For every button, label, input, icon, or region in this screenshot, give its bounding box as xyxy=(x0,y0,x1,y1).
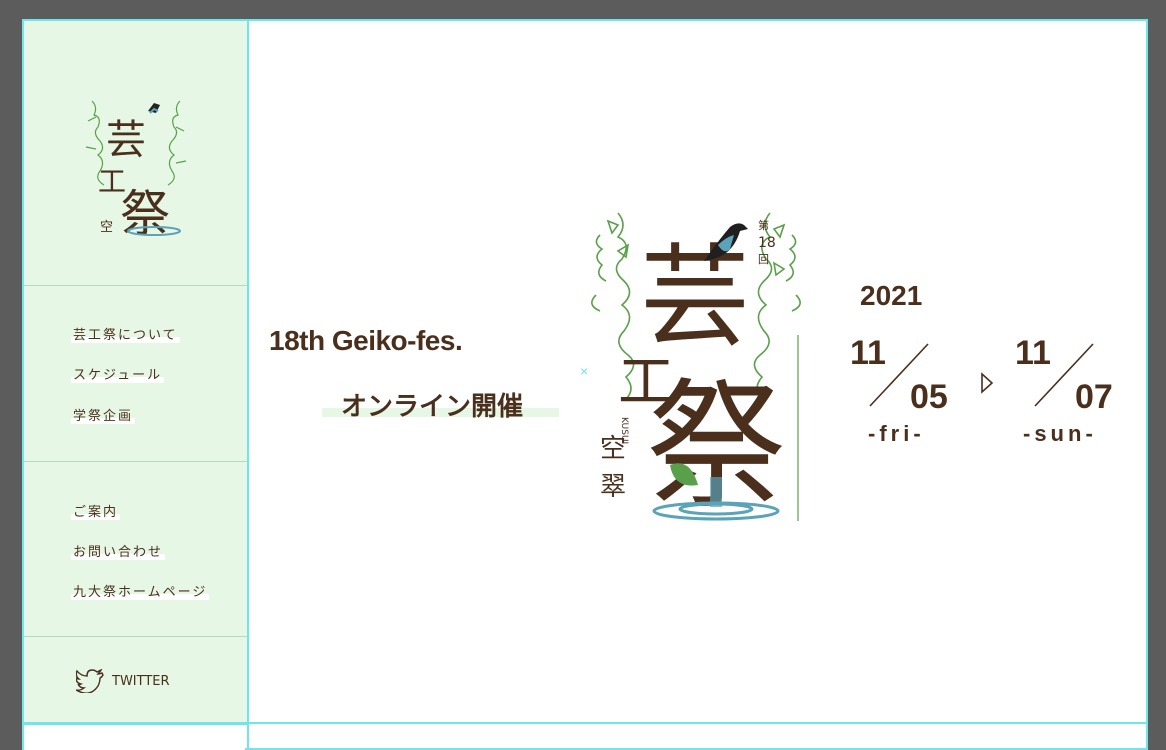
bottom-left-panel xyxy=(24,734,245,750)
bottom-split xyxy=(247,724,249,750)
svg-text:芸: 芸 xyxy=(106,117,146,163)
nav-schedule[interactable]: スケジュール xyxy=(71,364,165,383)
nav-about-label: 芸工祭について xyxy=(71,328,180,343)
sidebar-divider xyxy=(24,461,247,462)
online-banner: オンライン開催 xyxy=(322,386,559,421)
svg-text:空: 空 xyxy=(600,434,626,464)
svg-text:回: 回 xyxy=(758,253,769,266)
main-logo: 芸 工 祭 KUSUI 空 翠 第 18 回 xyxy=(591,212,801,527)
nav-events-label: 学祭企画 xyxy=(71,409,136,424)
twitter-label: TWITTER xyxy=(112,673,170,689)
svg-text:18: 18 xyxy=(758,235,776,251)
bottom-divider xyxy=(22,722,1148,724)
nav-schedule-label: スケジュール xyxy=(71,368,165,383)
svg-text:第: 第 xyxy=(758,218,769,232)
nav-guide[interactable]: ご案内 xyxy=(71,501,121,520)
svg-text:芸: 芸 xyxy=(640,233,750,361)
nav-contact[interactable]: お問い合わせ xyxy=(71,541,166,560)
sidebar-logo[interactable]: 芸 工 祭 空 xyxy=(84,91,190,241)
svg-text:祭: 祭 xyxy=(120,185,170,241)
hero-headline: 18th Geiko-fes. xyxy=(269,325,463,356)
nav-contact-label: お問い合わせ xyxy=(71,545,166,560)
sidebar-divider xyxy=(24,636,247,637)
arrow-right-icon xyxy=(981,372,994,394)
end-dow: -sun- xyxy=(1023,421,1097,446)
nav-about[interactable]: 芸工祭について xyxy=(71,324,180,343)
svg-text:空: 空 xyxy=(100,220,113,235)
nav-guide-label: ご案内 xyxy=(71,505,121,520)
nav-kyudai-homepage-label: 九大祭ホームページ xyxy=(71,585,210,600)
event-year: 2021 xyxy=(860,280,923,311)
nav-events[interactable]: 学祭企画 xyxy=(71,405,136,424)
sidebar: 芸 工 祭 空 芸工祭について スケジュール 学祭企画 ご案内 お問い合わせ 九… xyxy=(22,19,249,725)
end-day: 07 xyxy=(1075,378,1113,416)
sidebar-divider xyxy=(24,285,247,286)
online-label: オンライン開催 xyxy=(341,391,524,421)
start-dow: -fri- xyxy=(868,421,925,446)
svg-text:翠: 翠 xyxy=(600,472,626,502)
twitter-bird-icon xyxy=(76,669,104,693)
nav-kyudai-homepage[interactable]: 九大祭ホームページ xyxy=(71,581,210,600)
twitter-link[interactable]: TWITTER xyxy=(76,669,170,693)
start-day: 05 xyxy=(910,378,948,416)
